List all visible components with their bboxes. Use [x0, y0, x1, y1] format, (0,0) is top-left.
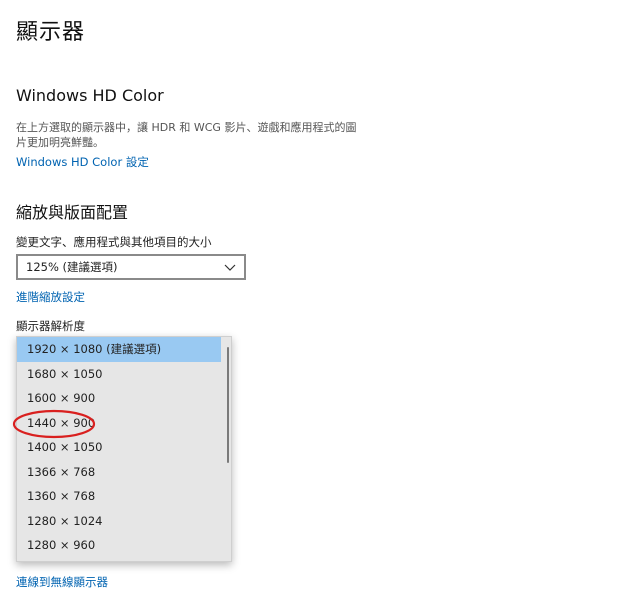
hd-color-settings-link[interactable]: Windows HD Color 設定	[16, 154, 149, 170]
chevron-down-icon	[224, 264, 236, 271]
resolution-dropdown-list[interactable]: 1920 × 1080 (建議選項) 1680 × 1050 1600 × 90…	[16, 336, 232, 562]
display-settings-page: 顯示器 Windows HD Color 在上方選取的顯示器中，讓 HDR 和 …	[0, 0, 640, 596]
resolution-option[interactable]: 1600 × 900	[17, 386, 221, 411]
resolution-option[interactable]: 1680 × 1050	[17, 362, 221, 387]
scale-layout-title: 縮放與版面配置	[16, 203, 129, 222]
connect-wireless-display-link[interactable]: 連線到無線顯示器	[16, 574, 108, 590]
resolution-label: 顯示器解析度	[16, 319, 85, 333]
scale-size-label: 變更文字、應用程式與其他項目的大小	[16, 235, 212, 249]
resolution-option[interactable]: 1280 × 1024	[17, 509, 221, 534]
hd-color-description: 在上方選取的顯示器中，讓 HDR 和 WCG 影片、遊戲和應用程式的圖片更加明亮…	[16, 121, 357, 149]
resolution-option[interactable]: 1360 × 768	[17, 484, 221, 509]
scale-size-value: 125% (建議選項)	[26, 260, 118, 274]
resolution-option[interactable]: 1280 × 960	[17, 533, 221, 558]
resolution-option[interactable]: 1366 × 768	[17, 460, 221, 485]
hd-color-title: Windows HD Color	[16, 86, 164, 105]
page-title: 顯示器	[16, 20, 86, 45]
resolution-option[interactable]: 1920 × 1080 (建議選項)	[17, 337, 221, 362]
dropdown-scrollbar[interactable]	[227, 347, 229, 463]
scale-size-select[interactable]: 125% (建議選項)	[16, 254, 246, 280]
resolution-option[interactable]: 1400 × 1050	[17, 435, 221, 460]
resolution-option[interactable]: 1440 × 900	[17, 411, 221, 436]
advanced-scaling-link[interactable]: 進階縮放設定	[16, 289, 85, 305]
